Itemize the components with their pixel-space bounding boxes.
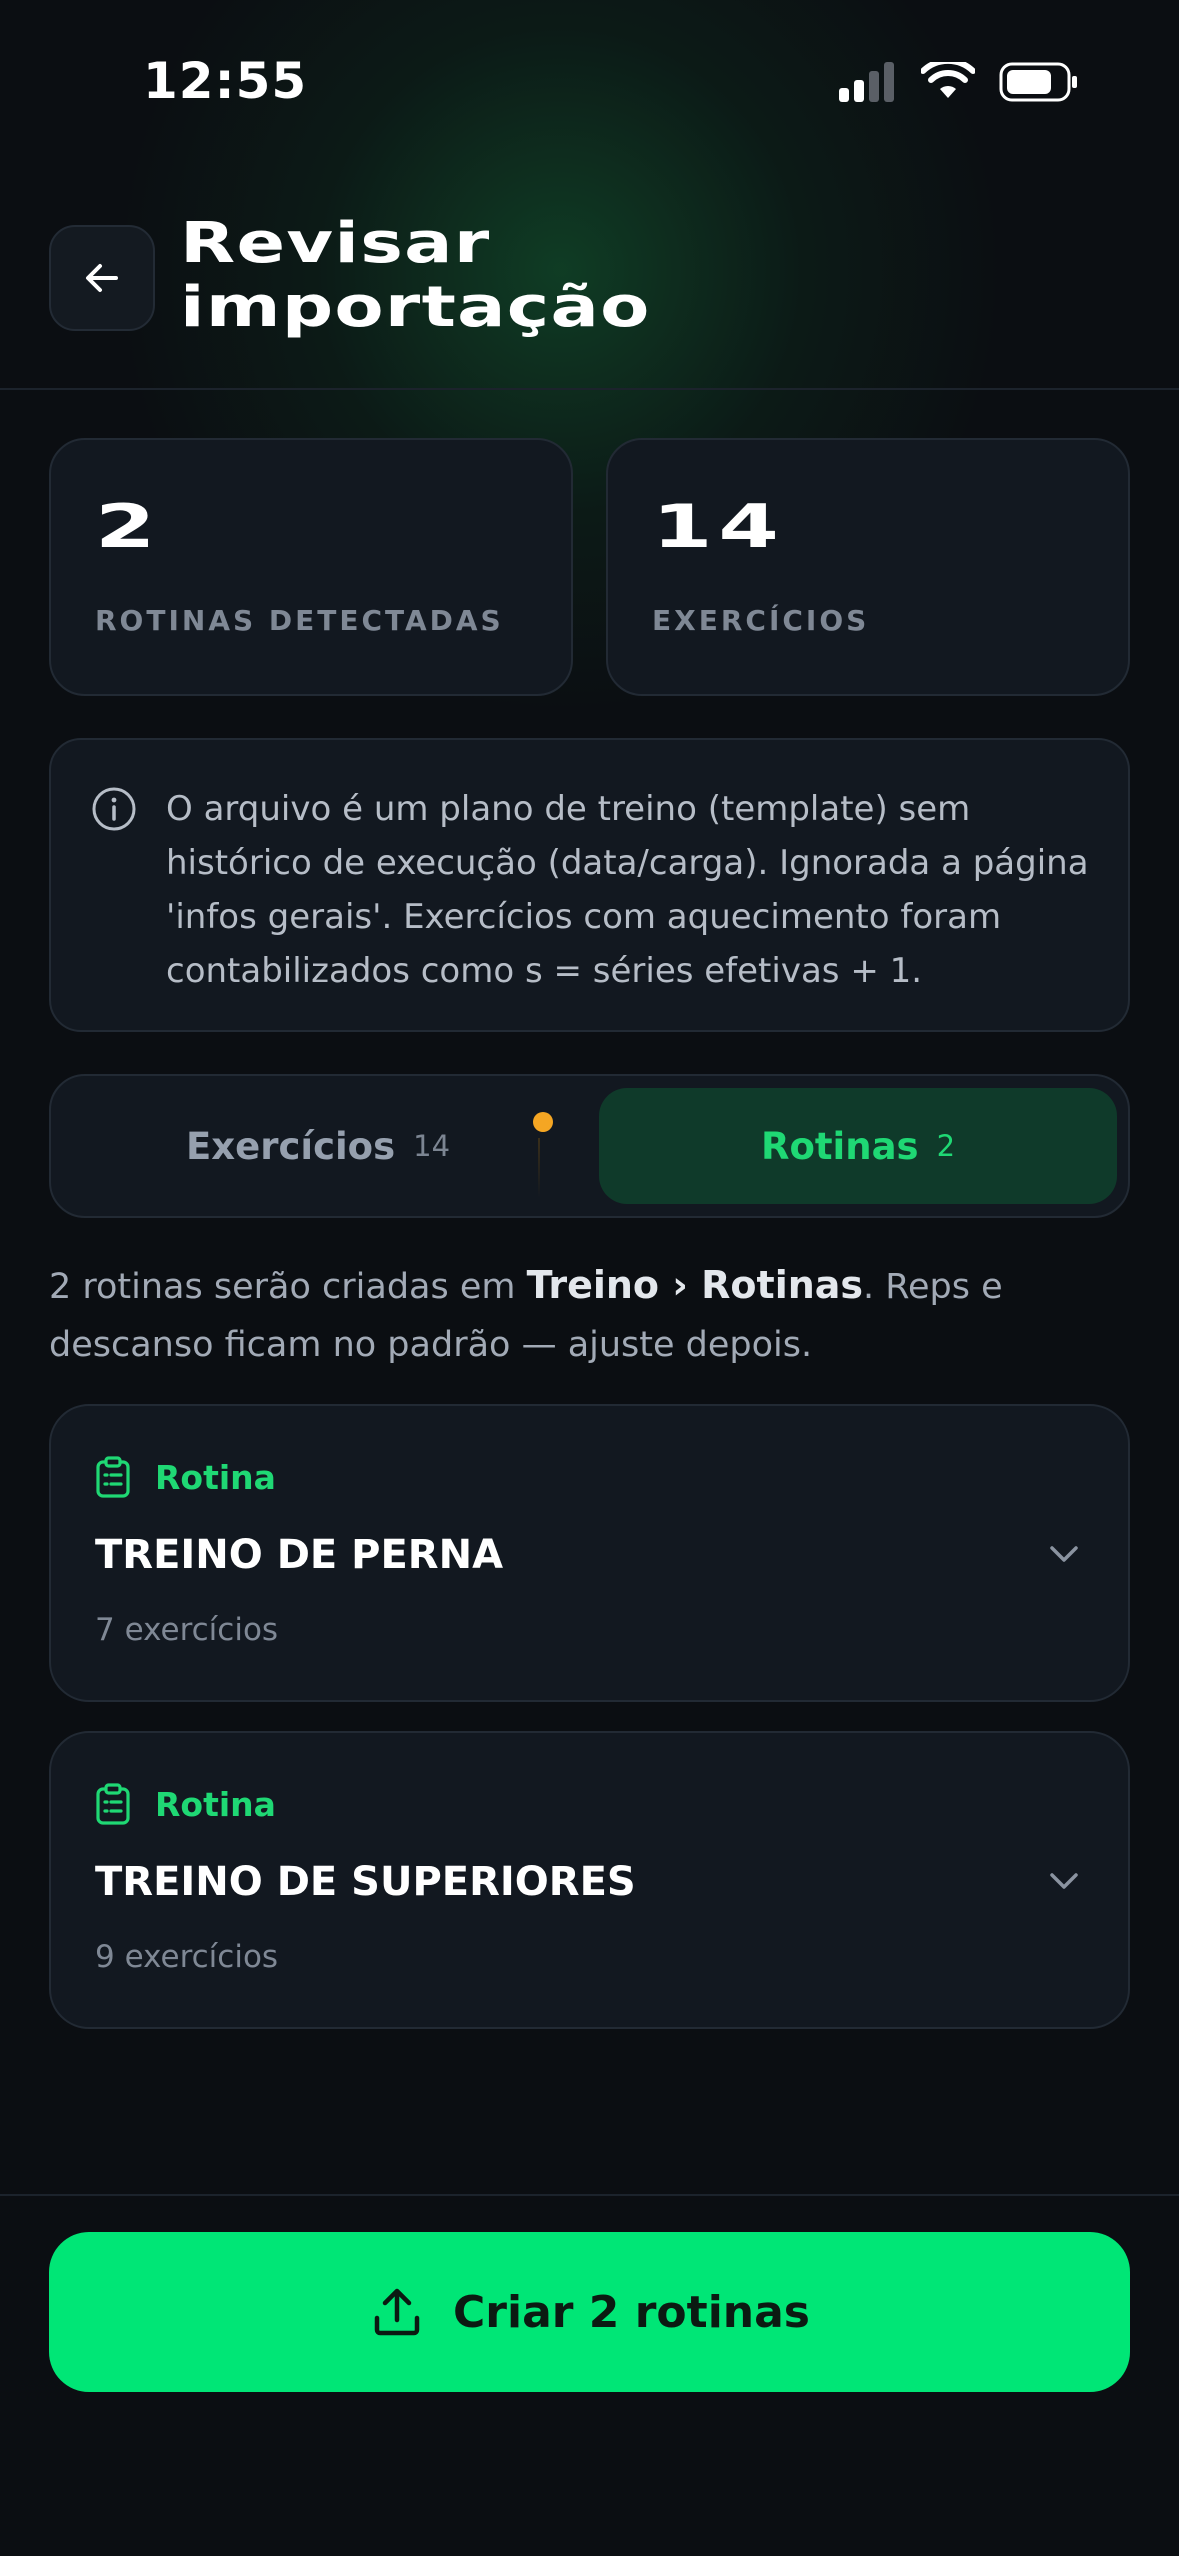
routines-description: 2 rotinas serão criadas em Treino › Roti… [49,1256,1130,1374]
footer-bar: Criar 2 rotinas [0,2194,1179,2556]
segmented-tabs: Exercícios 14 Rotinas 2 [49,1074,1130,1218]
chevron-down-icon[interactable] [1044,1861,1084,1901]
tab-divider [538,1138,540,1198]
page-title: Revisar importação [180,212,948,340]
routine-card[interactable]: Rotina TREINO DE PERNA 7 exercícios [49,1404,1130,1702]
tab-rotinas-count: 2 [936,1129,956,1163]
tab-exercicios-count: 14 [413,1129,451,1163]
routine-exercise-count: 7 exercícios [95,1612,279,1648]
routine-tag-label: Rotina [155,1457,276,1497]
upload-icon [374,2288,420,2336]
create-routines-label: Criar 2 rotinas [453,2286,810,2338]
info-box: O arquivo é um plano de treino (template… [49,738,1130,1032]
stat-routines-label: ROTINAS DETECTADAS [95,604,504,637]
info-text: O arquivo é um plano de treino (template… [166,789,1089,991]
chevron-down-icon[interactable] [1044,1534,1084,1574]
routine-exercise-count: 9 exercícios [95,1939,279,1975]
tab-rotinas-label: Rotinas [760,1124,919,1168]
routine-card[interactable]: Rotina TREINO DE SUPERIORES 9 exercícios [49,1731,1130,2029]
warning-dot [533,1112,553,1132]
status-bar: 12:55 [0,0,1179,170]
header: Revisar importação [0,200,1179,390]
clipboard-list-icon [96,1456,130,1498]
wifi-icon [921,62,975,98]
tab-rotinas[interactable]: Rotinas 2 [599,1088,1117,1204]
page-title-line2: importação [180,275,651,340]
back-button[interactable] [49,225,155,331]
routine-name: TREINO DE SUPERIORES [95,1859,636,1905]
import-review-screen: 12:55 Revisar importação 2 ROTINAS DETEC… [0,0,1179,2556]
routine-name: TREINO DE PERNA [95,1532,504,1578]
tab-exercicios-label: Exercícios [185,1124,396,1168]
stat-card-routines: 2 ROTINAS DETECTADAS [49,438,573,696]
page-title-line1: Revisar [180,211,491,276]
stat-exercises-value: 14 [652,492,785,562]
create-routines-button[interactable]: Criar 2 rotinas [49,2232,1130,2392]
stat-routines-value: 2 [95,492,162,562]
stat-exercises-label: EXERCÍCIOS [652,604,870,637]
description-location: Treino › Rotinas [526,1263,864,1307]
routine-tag: Rotina [95,1783,276,1825]
clipboard-list-icon [96,1783,130,1825]
description-prefix: 2 rotinas serão criadas em [49,1267,527,1307]
info-icon [92,787,136,831]
cellular-signal-icon [839,62,894,102]
stat-card-exercises: 14 EXERCÍCIOS [606,438,1130,696]
routine-tag: Rotina [95,1456,276,1498]
status-time: 12:55 [143,52,308,110]
routine-tag-label: Rotina [155,1784,276,1824]
arrow-left-icon [86,264,118,292]
tab-exercicios[interactable]: Exercícios 14 [63,1088,573,1204]
battery-icon [999,62,1077,102]
status-icons [839,62,1079,102]
